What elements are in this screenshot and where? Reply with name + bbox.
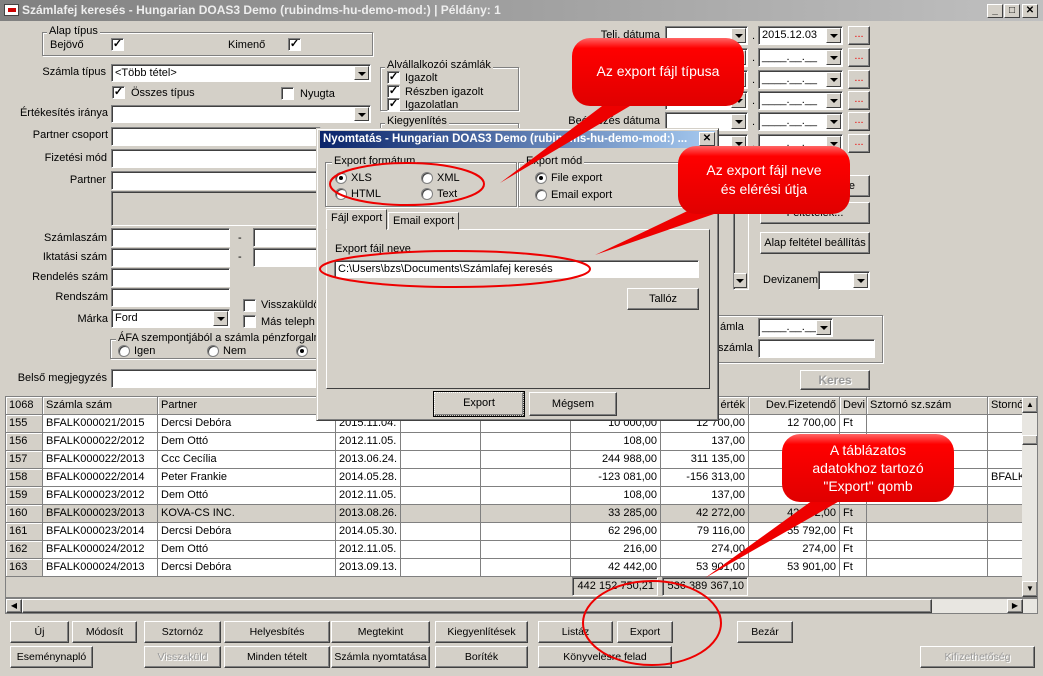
callout-3-pointer xyxy=(705,495,850,578)
highlight-format-ellipse xyxy=(329,162,485,206)
tab-fajl-export[interactable]: Fájl export xyxy=(326,209,388,230)
callout-1-pointer xyxy=(500,100,640,183)
callout-3-text-1: A táblázatos xyxy=(830,442,906,458)
callout-3-text-2: adatokhoz tartozó xyxy=(812,460,924,476)
highlight-path-ellipse xyxy=(319,250,591,288)
callout-1-text: Az export fájl típusa xyxy=(597,63,720,79)
callout-2-text-1: Az export fájl neve xyxy=(706,162,821,178)
annotation-overlay: Az export fájl típusa Az export fájl nev… xyxy=(319,38,954,666)
callout-2-box xyxy=(678,146,850,214)
callout-3-text-3: "Export" qomb xyxy=(823,478,913,494)
highlight-export-ellipse xyxy=(582,580,722,666)
callout-2-text-2: és elérési útja xyxy=(721,181,808,197)
